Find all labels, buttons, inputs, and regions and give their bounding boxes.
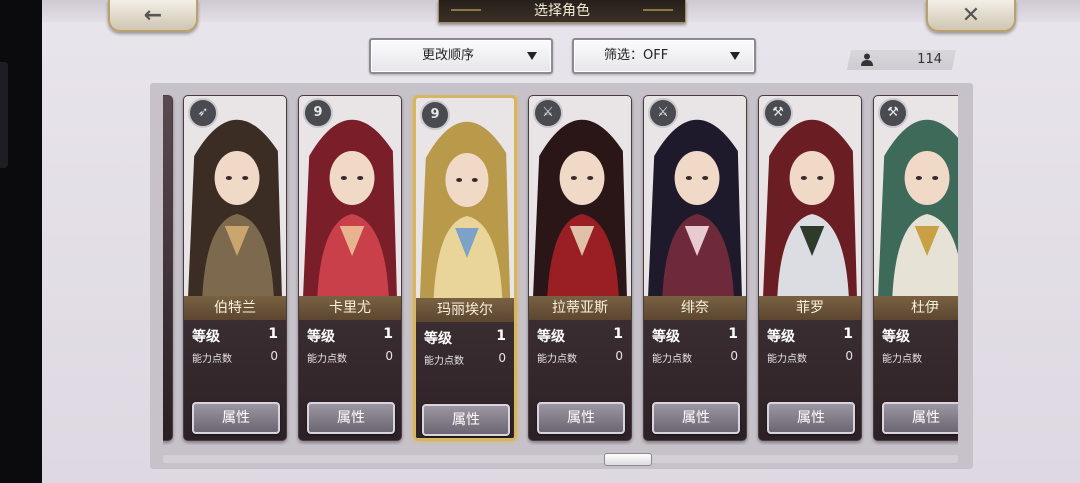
level-label: 等级 (652, 329, 680, 345)
attributes-button[interactable]: 属性 (767, 402, 855, 434)
ability-points-value: 0 (270, 349, 278, 363)
level-label: 等级 (882, 329, 910, 345)
sort-order-dropdown[interactable]: 更改顺序 (369, 38, 553, 74)
ability-points-value: 0 (730, 349, 738, 363)
ability-points-label: 能力点数 (307, 354, 347, 365)
character-card-list[interactable]: ➶ 伯特兰 等级 1 能力点数 0 属性 9 卡里尤 等级 1 能力点数 0 属性 9 玛丽埃尔 等级 1 能力点数… (163, 95, 958, 445)
device-notch (0, 62, 8, 168)
close-icon: ✕ (961, 2, 981, 28)
sword-icon: ⚔ (533, 98, 563, 128)
character-card[interactable]: 9 卡里尤等级 1 能力点数 0 属性 (298, 95, 402, 441)
character-card[interactable]: ⚒ 杜伊等级1能力点数0属性 (873, 95, 958, 441)
attributes-button[interactable]: 属性 (422, 404, 510, 436)
character-stats: 等级1能力点数0属性 (874, 320, 958, 440)
attributes-button[interactable]: 属性 (307, 402, 395, 434)
ability-points-label: 能力点数 (192, 354, 232, 365)
filter-dropdown[interactable]: 筛选：OFF (572, 38, 756, 74)
level-value: 1 (728, 326, 738, 342)
character-name: 卡里尤 (299, 296, 401, 320)
level-value: 1 (496, 328, 506, 344)
character-stats: 等级 1 能力点数 0 属性 (184, 320, 286, 440)
level-label: 等级 (537, 329, 565, 345)
fist-icon: 9 (420, 100, 450, 130)
title-ornament-left (451, 9, 481, 11)
person-icon (861, 53, 873, 70)
ability-points-value: 0 (498, 351, 506, 365)
character-card[interactable]: ⚔ 绯奈等级 1 能力点数 0 属性 (643, 95, 747, 441)
staff-icon: ➶ (188, 98, 218, 128)
ability-points-value: 0 (385, 349, 393, 363)
attributes-button[interactable]: 属性 (882, 402, 958, 434)
level-value: 1 (383, 326, 393, 342)
horizontal-scrollbar-track[interactable] (163, 455, 958, 463)
fist-icon: 9 (303, 98, 333, 128)
roster-count: 114 (846, 50, 957, 70)
title-ornament-right (643, 9, 673, 11)
close-button[interactable]: ✕ (926, 0, 1016, 32)
chevron-down-icon (730, 52, 740, 60)
ability-points-label: 能力点数 (767, 354, 807, 365)
character-stats: 等级 1 能力点数 0 属性 (644, 320, 746, 440)
level-label: 等级 (424, 331, 452, 347)
roster-count-value: 114 (917, 52, 942, 67)
hammer-icon: ⚒ (763, 98, 793, 128)
character-name: 绯奈 (644, 296, 746, 320)
character-name: 伯特兰 (184, 296, 286, 320)
attributes-button[interactable]: 属性 (192, 402, 280, 434)
character-stats: 等级 1 能力点数 0 属性 (529, 320, 631, 440)
character-card[interactable]: ⚒ 菲罗等级 1 能力点数 0 属性 (758, 95, 862, 441)
blade-icon: ⚔ (648, 98, 678, 128)
character-name: 拉蒂亚斯 (529, 296, 631, 320)
ability-points-label: 能力点数 (652, 354, 692, 365)
ability-points-value: 0 (615, 349, 623, 363)
hammer-icon: ⚒ (878, 98, 908, 128)
level-value: 1 (268, 326, 278, 342)
level-label: 等级 (767, 329, 795, 345)
character-card[interactable]: 9 玛丽埃尔等级 1 能力点数 0 属性 (413, 95, 517, 441)
character-card[interactable]: ➶ 伯特兰等级 1 能力点数 0 属性 (183, 95, 287, 441)
character-card-partial[interactable] (163, 95, 173, 441)
filter-label: 筛选：OFF (604, 48, 669, 63)
level-value: 1 (843, 326, 853, 342)
level-label: 等级 (192, 329, 220, 345)
ability-points-label: 能力点数 (537, 354, 577, 365)
horizontal-scrollbar-thumb[interactable] (604, 453, 652, 466)
level-label: 等级 (307, 329, 335, 345)
title-plate: 选择角色 (438, 0, 686, 23)
device-bezel (0, 0, 42, 483)
character-card[interactable]: ⚔ 拉蒂亚斯等级 1 能力点数 0 属性 (528, 95, 632, 441)
character-stats: 等级 1 能力点数 0 属性 (299, 320, 401, 440)
character-name: 菲罗 (759, 296, 861, 320)
character-stats: 等级 1 能力点数 0 属性 (759, 320, 861, 440)
attributes-button[interactable]: 属性 (537, 402, 625, 434)
back-arrow-icon: ← (143, 2, 163, 28)
character-stats: 等级 1 能力点数 0 属性 (416, 322, 514, 438)
attributes-button[interactable]: 属性 (652, 402, 740, 434)
character-name: 玛丽埃尔 (416, 298, 514, 322)
ability-points-value: 0 (845, 349, 853, 363)
chevron-down-icon (527, 52, 537, 60)
ability-points-label: 能力点数 (882, 354, 922, 365)
sort-order-label: 更改顺序 (421, 48, 474, 63)
page-title: 选择角色 (534, 3, 590, 19)
level-value: 1 (613, 326, 623, 342)
character-name: 杜伊 (874, 296, 958, 320)
ability-points-label: 能力点数 (424, 356, 464, 367)
back-button[interactable]: ← (108, 0, 198, 32)
